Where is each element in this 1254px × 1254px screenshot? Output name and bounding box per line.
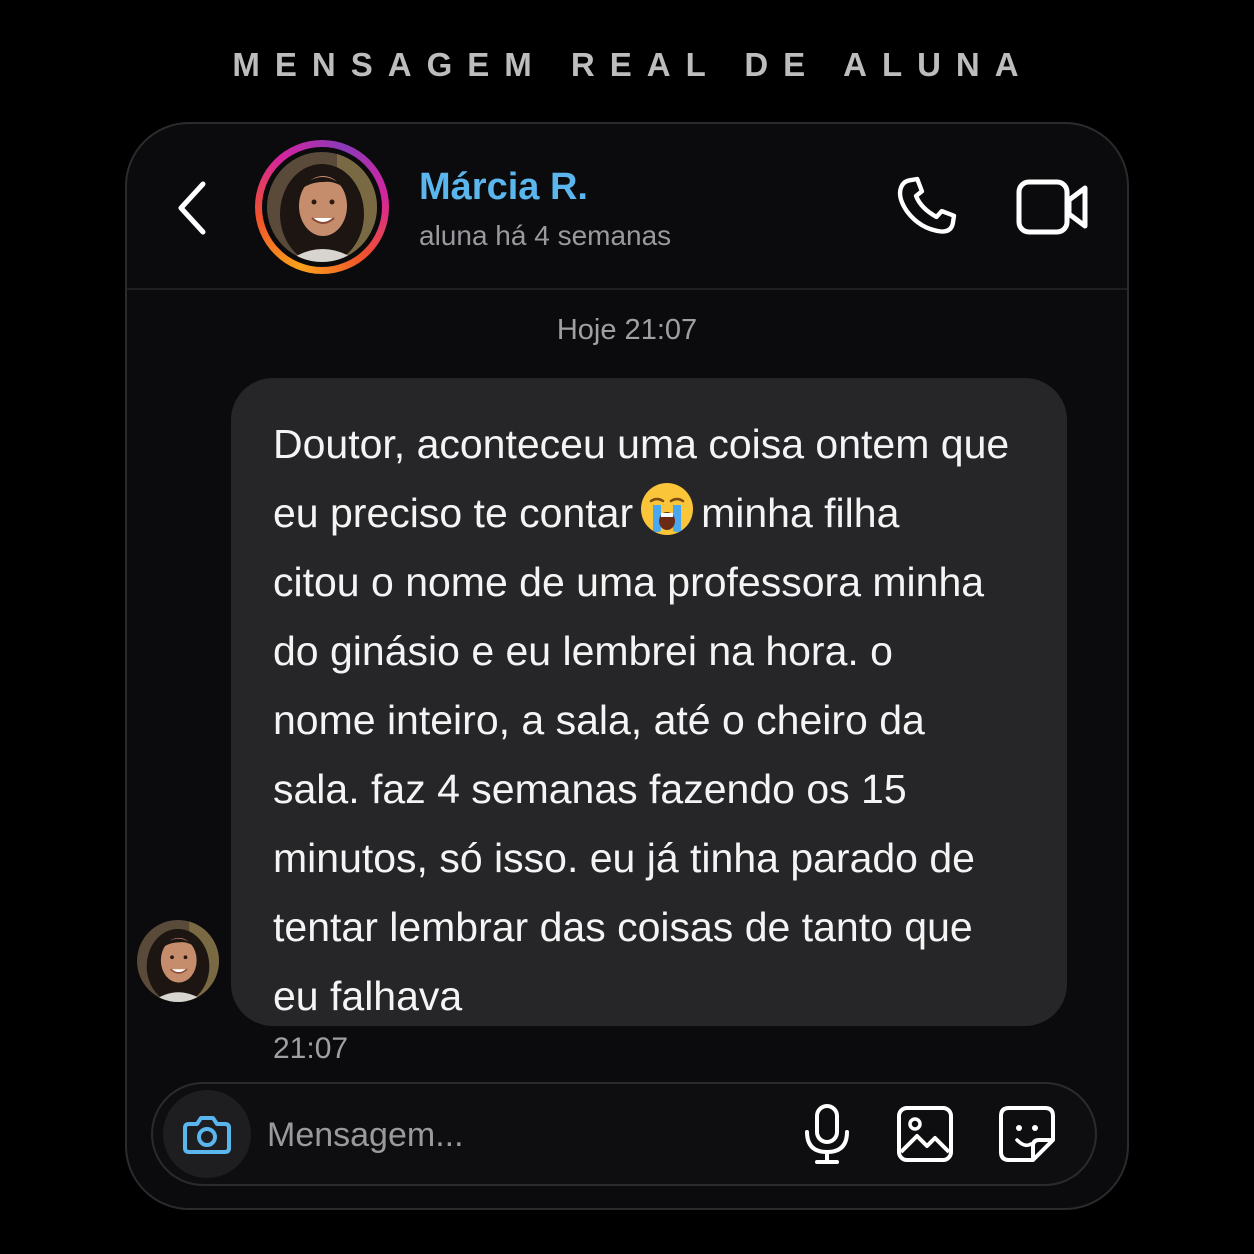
loudly-crying-face-emoji-icon: [639, 481, 695, 537]
video-camera-icon: [1016, 179, 1088, 235]
camera-button[interactable]: [163, 1090, 251, 1178]
contact-subtitle: aluna há 4 semanas: [419, 220, 672, 251]
microphone-icon: [805, 1104, 849, 1164]
phone-icon: [897, 176, 957, 234]
page-caption: MENSAGEM REAL DE ALUNA: [232, 46, 1034, 83]
chat-header: Márcia R. aluna há 4 semanas: [127, 124, 1127, 290]
contact-name[interactable]: Márcia R.: [419, 166, 588, 209]
chat-window: Márcia R. aluna há 4 semanas Hoje 21:07 …: [125, 122, 1129, 1210]
sender-avatar[interactable]: [137, 920, 219, 1002]
sticker-button[interactable]: [997, 1104, 1057, 1164]
message-text-part-2: minha filha citou o nome de uma professo…: [273, 490, 985, 1019]
call-button[interactable]: [891, 172, 961, 242]
video-call-button[interactable]: [1015, 176, 1091, 238]
day-timestamp: Hoje 21:07: [556, 314, 698, 346]
chevron-left-icon: [178, 181, 206, 235]
microphone-button[interactable]: [797, 1102, 857, 1166]
avatar-photo: [267, 152, 377, 262]
message-composer: [151, 1082, 1097, 1186]
message-input[interactable]: [265, 1106, 749, 1164]
gallery-button[interactable]: [895, 1104, 955, 1164]
message-time: 21:07: [273, 1032, 349, 1065]
message-text: Doutor, aconteceu uma coisa ontem que eu…: [273, 410, 1037, 1031]
back-button[interactable]: [171, 176, 211, 240]
contact-avatar[interactable]: [255, 140, 389, 274]
message-bubble[interactable]: Doutor, aconteceu uma coisa ontem que eu…: [231, 378, 1067, 1026]
image-icon: [897, 1106, 953, 1162]
sticker-icon: [999, 1106, 1055, 1162]
camera-icon: [183, 1116, 231, 1154]
